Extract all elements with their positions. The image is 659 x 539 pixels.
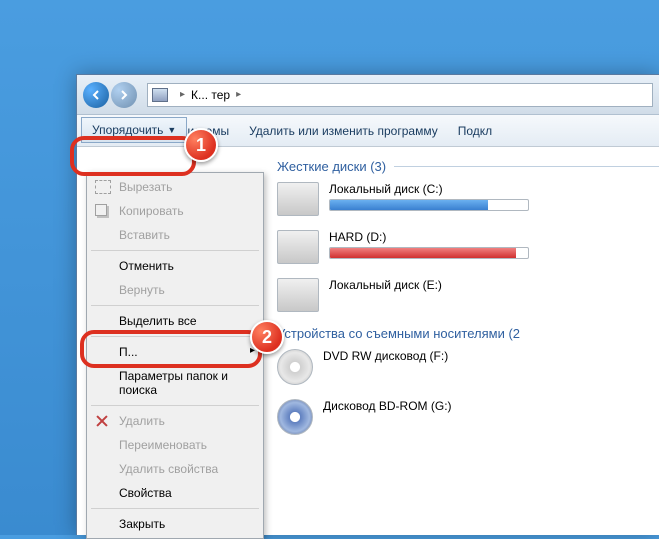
menu-properties[interactable]: Свойства [89,481,261,505]
drive-d[interactable]: HARD (D:) [277,230,659,264]
section-header-hdd: Жесткие диски (3) [277,159,659,174]
hard-drive-icon [277,278,319,312]
hard-drive-icon [277,230,319,264]
organize-button[interactable]: Упорядочить▼ [81,117,187,143]
menu-undo[interactable]: Отменить [89,254,261,278]
organize-dropdown: Вырезать Копировать Вставить Отменить Ве… [86,172,264,539]
section-header-removable: Устройства со съемными носителями (2 [277,326,659,341]
breadcrumb-location: К... тер [191,88,230,102]
menu-remove-properties[interactable]: Удалить свойства [89,457,261,481]
connect-button[interactable]: Подкл [448,124,502,138]
drive-f[interactable]: DVD RW дисковод (F:) [277,349,659,385]
menu-separator [91,508,259,509]
menu-select-all[interactable]: Выделить все [89,309,261,333]
bd-drive-icon [277,399,313,435]
drive-e[interactable]: Локальный диск (E:) [277,278,659,312]
chevron-right-icon: ▸ [180,89,185,100]
menu-delete[interactable]: Удалить [89,409,261,433]
drive-c[interactable]: Локальный диск (C:) [277,182,659,216]
menu-cut[interactable]: Вырезать [89,175,261,199]
capacity-bar [329,247,529,259]
titlebar: ▸ К... тер ▸ [77,75,659,115]
computer-icon [152,88,168,102]
menu-separator [91,405,259,406]
drive-g[interactable]: Дисковод BD-ROM (G:) [277,399,659,435]
hard-drive-icon [277,182,319,216]
capacity-bar [329,199,529,211]
toolbar: Упорядочить▼ ...йства системы Удалить ил… [77,115,659,147]
menu-separator [91,250,259,251]
cut-icon [95,180,111,194]
menu-separator [91,305,259,306]
copy-icon [95,204,107,216]
menu-copy[interactable]: Копировать [89,199,261,223]
menu-close[interactable]: Закрыть [89,512,261,536]
forward-button[interactable] [111,82,137,108]
annotation-badge-1: 1 [184,128,218,162]
menu-rename[interactable]: Переименовать [89,433,261,457]
menu-folder-options[interactable]: Параметры папок и поиска [89,364,261,402]
menu-paste[interactable]: Вставить [89,223,261,247]
uninstall-program-button[interactable]: Удалить или изменить программу [239,124,448,138]
chevron-down-icon: ▼ [167,125,176,135]
address-bar[interactable]: ▸ К... тер ▸ [147,83,653,107]
menu-layout[interactable]: П... [89,340,261,364]
dvd-drive-icon [277,349,313,385]
delete-icon [95,414,109,428]
menu-separator [91,336,259,337]
back-button[interactable] [83,82,109,108]
menu-redo[interactable]: Вернуть [89,278,261,302]
annotation-badge-2: 2 [250,320,284,354]
chevron-right-icon: ▸ [236,89,241,100]
